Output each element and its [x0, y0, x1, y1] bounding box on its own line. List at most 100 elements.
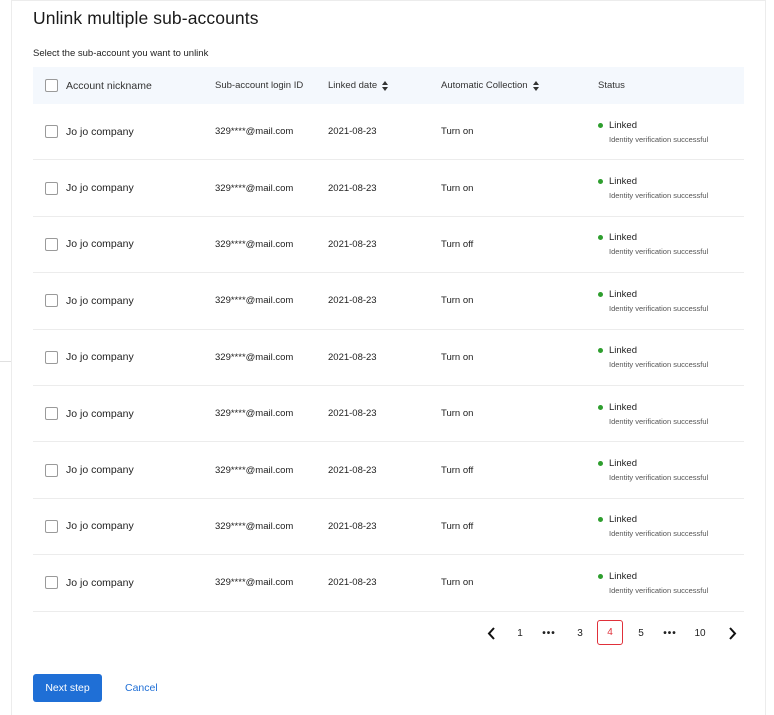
status-label: Linked: [609, 345, 637, 357]
header-linked-date[interactable]: Linked date: [328, 67, 389, 104]
account-nickname: Jo jo company: [66, 576, 134, 589]
status-detail: Identity verification successful: [609, 247, 709, 257]
sub-account-login-id: 329****@mail.com: [215, 182, 294, 194]
select-all-checkbox[interactable]: [45, 79, 58, 92]
status-dot-icon: [598, 517, 603, 523]
status-label: Linked: [609, 514, 637, 526]
row-checkbox[interactable]: [45, 519, 58, 533]
row-checkbox[interactable]: [45, 463, 58, 477]
status-line: Linked: [598, 289, 637, 300]
table-row: Jo jo company 329****@mail.com 2021-08-2…: [33, 555, 744, 612]
status-cell: Linked Identity verification successful: [598, 160, 708, 215]
table-row: Jo jo company 329****@mail.com 2021-08-2…: [33, 160, 744, 217]
chevron-right-icon[interactable]: [723, 620, 741, 647]
frame-border-top: [11, 0, 766, 1]
status-dot-icon: [598, 122, 603, 128]
status-dot-icon: [598, 348, 603, 354]
status-detail: Identity verification successful: [609, 529, 709, 539]
page-title: Unlink multiple sub-accounts: [33, 8, 259, 28]
sub-account-login-id: 329****@mail.com: [215, 408, 294, 420]
row-checkbox-cell: [45, 217, 58, 272]
status-detail: Identity verification successful: [609, 473, 709, 483]
status-label: Linked: [609, 401, 637, 413]
status-detail: Identity verification successful: [609, 416, 709, 426]
status-cell: Linked Identity verification successful: [598, 499, 708, 554]
row-checkbox[interactable]: [45, 350, 58, 364]
row-checkbox-cell: [45, 442, 58, 497]
chevron-left-icon[interactable]: [482, 620, 500, 647]
automatic-collection-value: Turn off: [441, 464, 474, 476]
automatic-collection-value: Turn on: [441, 408, 474, 420]
sub-account-login-id: 329****@mail.com: [215, 238, 294, 250]
automatic-collection-value: Turn on: [441, 577, 474, 589]
page-4-button-active[interactable]: 4: [597, 620, 623, 645]
status-detail: Identity verification successful: [609, 191, 709, 201]
status-line: Linked: [598, 120, 637, 131]
automatic-collection-value: Turn off: [441, 238, 474, 250]
page-10-button[interactable]: 10: [691, 620, 709, 647]
page-1-button[interactable]: 1: [513, 620, 527, 647]
status-dot-icon: [598, 461, 603, 467]
table-row: Jo jo company 329****@mail.com 2021-08-2…: [33, 499, 744, 556]
row-checkbox-cell: [45, 160, 58, 215]
sub-account-login-id: 329****@mail.com: [215, 126, 294, 138]
row-checkbox-cell: [45, 330, 58, 385]
account-nickname: Jo jo company: [66, 182, 134, 195]
table-body: Jo jo company 329****@mail.com 2021-08-2…: [33, 104, 744, 612]
sort-icon[interactable]: [532, 80, 540, 91]
status-line: Linked: [598, 514, 637, 525]
account-nickname: Jo jo company: [66, 238, 134, 251]
status-line: Linked: [598, 345, 637, 356]
status-label: Linked: [609, 458, 637, 470]
status-detail: Identity verification successful: [609, 303, 709, 313]
frame-border-right: [765, 0, 766, 715]
status-dot-icon: [598, 573, 603, 579]
frame-divider: [0, 361, 11, 362]
linked-date: 2021-08-23: [328, 182, 377, 194]
cancel-button[interactable]: Cancel: [125, 674, 158, 702]
frame-border-left: [11, 0, 12, 715]
status-detail: Identity verification successful: [609, 585, 709, 595]
next-step-button[interactable]: Next step: [33, 674, 102, 702]
row-checkbox[interactable]: [45, 125, 58, 139]
sub-account-login-id: 329****@mail.com: [215, 464, 294, 476]
page-3-button[interactable]: 3: [573, 620, 587, 647]
row-checkbox-cell: [45, 104, 58, 159]
sort-icon[interactable]: [382, 80, 389, 91]
status-dot-icon: [598, 179, 603, 185]
status-cell: Linked Identity verification successful: [598, 104, 708, 159]
table-header: Account nickname Sub-account login ID Li…: [33, 67, 744, 104]
linked-date: 2021-08-23: [328, 126, 377, 138]
table-row: Jo jo company 329****@mail.com 2021-08-2…: [33, 442, 744, 499]
row-checkbox[interactable]: [45, 576, 58, 590]
status-cell: Linked Identity verification successful: [598, 555, 708, 610]
automatic-collection-value: Turn on: [441, 295, 474, 307]
status-dot-icon: [598, 404, 603, 410]
status-dot-icon: [598, 235, 603, 241]
header-automatic-collection[interactable]: Automatic Collection: [441, 67, 540, 104]
linked-date: 2021-08-23: [328, 408, 377, 420]
page-ellipsis: •••: [663, 628, 677, 639]
row-checkbox[interactable]: [45, 407, 58, 421]
header-login-id: Sub-account login ID: [215, 80, 304, 91]
status-line: Linked: [598, 176, 637, 187]
table-row: Jo jo company 329****@mail.com 2021-08-2…: [33, 273, 744, 330]
page-5-button[interactable]: 5: [634, 620, 648, 647]
row-checkbox[interactable]: [45, 181, 58, 195]
automatic-collection-value: Turn on: [441, 126, 474, 138]
row-checkbox[interactable]: [45, 294, 58, 308]
linked-date: 2021-08-23: [328, 577, 377, 589]
status-cell: Linked Identity verification successful: [598, 273, 708, 328]
linked-date: 2021-08-23: [328, 464, 377, 476]
sub-account-login-id: 329****@mail.com: [215, 295, 294, 307]
status-detail: Identity verification successful: [609, 134, 709, 144]
table-row: Jo jo company 329****@mail.com 2021-08-2…: [33, 386, 744, 443]
row-checkbox-cell: [45, 386, 58, 441]
status-line: Linked: [598, 458, 637, 469]
row-checkbox[interactable]: [45, 237, 58, 251]
status-cell: Linked Identity verification successful: [598, 217, 708, 272]
table-row: Jo jo company 329****@mail.com 2021-08-2…: [33, 217, 744, 274]
sub-account-login-id: 329****@mail.com: [215, 577, 294, 589]
status-cell: Linked Identity verification successful: [598, 386, 708, 441]
account-nickname: Jo jo company: [66, 351, 134, 364]
